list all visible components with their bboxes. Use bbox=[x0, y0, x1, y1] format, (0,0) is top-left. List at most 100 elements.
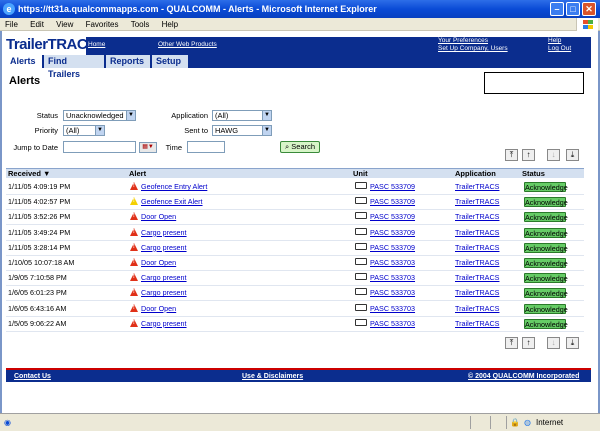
alert-icon: ! bbox=[130, 242, 138, 251]
contact-us-link[interactable]: Contact Us bbox=[14, 372, 51, 381]
use-disclaimers-link[interactable]: Use & Disclaimers bbox=[242, 372, 303, 381]
acknowledge-button[interactable]: Acknowledge bbox=[524, 212, 568, 223]
acknowledge-button[interactable]: Acknowledge bbox=[524, 303, 568, 314]
setup-company-users-link[interactable]: Set Up Company, Users bbox=[438, 45, 508, 53]
home-link[interactable]: Home bbox=[88, 41, 105, 49]
chevron-down-icon: ▼ bbox=[126, 111, 135, 120]
acknowledge-button[interactable]: Acknowledge bbox=[524, 242, 568, 253]
alert-link[interactable]: Door Open bbox=[141, 304, 176, 314]
tab-reports[interactable]: Reports bbox=[106, 55, 152, 68]
jump-to-date-label: Jump to Date bbox=[13, 143, 58, 152]
alert-link[interactable]: Cargo present bbox=[141, 228, 187, 238]
page-title: Alerts bbox=[9, 75, 41, 87]
table-row: 1/11/05 3:49:24 PM! Cargo present PASC 533… bbox=[6, 226, 584, 241]
application-link[interactable]: TrailerTRACS bbox=[455, 243, 499, 253]
unit-link[interactable]: PASC 533709 bbox=[370, 212, 415, 222]
unit-link[interactable]: PASC 533703 bbox=[370, 288, 415, 298]
your-preferences-link[interactable]: Your Preferences bbox=[438, 37, 488, 45]
tab-find-trailers[interactable]: Find Trailers bbox=[44, 55, 106, 79]
col-received-header[interactable]: Received ▼ bbox=[8, 169, 50, 179]
unit-link[interactable]: PASC 533703 bbox=[370, 258, 415, 268]
other-web-products-link[interactable]: Other Web Products bbox=[158, 41, 217, 49]
application-link[interactable]: TrailerTRACS bbox=[455, 288, 499, 298]
alert-link[interactable]: Cargo present bbox=[141, 243, 187, 253]
unit-link[interactable]: PASC 533709 bbox=[370, 243, 415, 253]
unit-link[interactable]: PASC 533709 bbox=[370, 197, 415, 207]
alert-link[interactable]: Geofence Entry Alert bbox=[141, 182, 207, 192]
last-page-icon[interactable]: ⤓ bbox=[566, 337, 579, 349]
tab-alerts[interactable]: Alerts bbox=[6, 55, 44, 68]
menu-favorites[interactable]: Favorites bbox=[81, 18, 124, 31]
alert-link[interactable]: Cargo present bbox=[141, 319, 187, 329]
header-bar: Home Other Web Products Your Preferences… bbox=[86, 37, 591, 55]
application-link[interactable]: TrailerTRACS bbox=[455, 197, 499, 207]
unit-link[interactable]: PASC 533703 bbox=[370, 304, 415, 314]
first-page-icon[interactable]: ⤒ bbox=[505, 149, 518, 161]
status-divider bbox=[470, 416, 471, 429]
alert-link[interactable]: Door Open bbox=[141, 258, 176, 268]
application-link[interactable]: TrailerTRACS bbox=[455, 304, 499, 314]
menu-view[interactable]: View bbox=[51, 18, 78, 31]
application-link[interactable]: TrailerTRACS bbox=[455, 228, 499, 238]
acknowledge-button[interactable]: Acknowledge bbox=[524, 288, 568, 299]
menu-tools[interactable]: Tools bbox=[126, 18, 155, 31]
alert-link[interactable]: Door Open bbox=[141, 212, 176, 222]
priority-select[interactable]: (All) ▼ bbox=[63, 125, 105, 136]
first-page-icon[interactable]: ⤒ bbox=[505, 337, 518, 349]
prev-page-icon[interactable]: ↑ bbox=[522, 337, 535, 349]
prev-page-icon[interactable]: ↑ bbox=[522, 149, 535, 161]
close-icon[interactable]: ✕ bbox=[582, 2, 596, 16]
time-input[interactable] bbox=[187, 141, 225, 153]
menu-file[interactable]: File bbox=[0, 18, 23, 31]
status-select[interactable]: Unacknowledged ▼ bbox=[63, 110, 136, 121]
acknowledge-button[interactable]: Acknowledge bbox=[524, 227, 568, 238]
page-done-icon: ◉ bbox=[4, 418, 11, 427]
calendar-icon[interactable]: ▦▼ bbox=[139, 142, 157, 153]
alert-link[interactable]: Cargo present bbox=[141, 288, 187, 298]
help-link[interactable]: Help bbox=[548, 37, 561, 45]
copyright-link[interactable]: © 2004 QUALCOMM Incorporated bbox=[468, 372, 579, 381]
acknowledge-button[interactable]: Acknowledge bbox=[524, 258, 568, 268]
application-link[interactable]: TrailerTRACS bbox=[455, 319, 499, 329]
search-button[interactable]: ⌕ Search bbox=[280, 141, 320, 153]
next-page-icon[interactable]: ↓ bbox=[547, 149, 560, 161]
table-row: 1/9/05 7:10:58 PM! Cargo present PASC 5337… bbox=[6, 271, 584, 287]
logout-link[interactable]: Log Out bbox=[548, 45, 571, 53]
status-bar: ◉ 🔒 ◍ Internet bbox=[0, 413, 600, 431]
unit-link[interactable]: PASC 533703 bbox=[370, 273, 415, 283]
acknowledge-button[interactable]: Acknowledge bbox=[524, 197, 568, 208]
maximize-icon[interactable]: □ bbox=[566, 2, 580, 16]
footer-bar: Contact Us Use & Disclaimers © 2004 QUAL… bbox=[6, 368, 591, 382]
menu-bar: File Edit View Favorites Tools Help bbox=[0, 18, 600, 31]
application-link[interactable]: TrailerTRACS bbox=[455, 182, 499, 192]
window-titlebar: e https://tt31a.qualcommapps.com - QUALC… bbox=[0, 0, 600, 18]
alert-link[interactable]: Cargo present bbox=[141, 273, 187, 283]
unit-link[interactable]: PASC 533709 bbox=[370, 182, 415, 192]
windows-logo-icon bbox=[576, 18, 598, 31]
application-select[interactable]: (All) ▼ bbox=[212, 110, 272, 121]
tab-setup[interactable]: Setup bbox=[152, 55, 190, 68]
col-status-header[interactable]: Status bbox=[522, 169, 545, 179]
last-page-icon[interactable]: ⤓ bbox=[566, 149, 579, 161]
alert-icon: ! bbox=[130, 303, 138, 312]
application-link[interactable]: TrailerTRACS bbox=[455, 258, 499, 268]
acknowledge-button[interactable]: Acknowledge bbox=[524, 273, 568, 284]
col-alert-header[interactable]: Alert bbox=[129, 169, 146, 179]
jump-to-date-input[interactable] bbox=[63, 141, 136, 153]
unit-link[interactable]: PASC 533709 bbox=[370, 228, 415, 238]
sent-to-select[interactable]: HAWG ▼ bbox=[212, 125, 272, 136]
application-link[interactable]: TrailerTRACS bbox=[455, 273, 499, 283]
acknowledge-button[interactable]: Acknowledge bbox=[524, 318, 568, 329]
acknowledge-button[interactable]: Acknowledge bbox=[524, 182, 568, 192]
next-page-icon[interactable]: ↓ bbox=[547, 337, 560, 349]
col-unit-header[interactable]: Unit bbox=[353, 169, 368, 179]
alert-icon: ! bbox=[130, 273, 138, 282]
col-application-header[interactable]: Application bbox=[455, 169, 496, 179]
minimize-icon[interactable]: – bbox=[550, 2, 564, 16]
unit-link[interactable]: PASC 533703 bbox=[370, 319, 415, 329]
menu-help[interactable]: Help bbox=[157, 18, 183, 31]
menu-edit[interactable]: Edit bbox=[25, 18, 49, 31]
application-link[interactable]: TrailerTRACS bbox=[455, 212, 499, 222]
alert-link[interactable]: Geofence Exit Alert bbox=[141, 197, 203, 207]
alert-icon: ! bbox=[130, 288, 138, 297]
